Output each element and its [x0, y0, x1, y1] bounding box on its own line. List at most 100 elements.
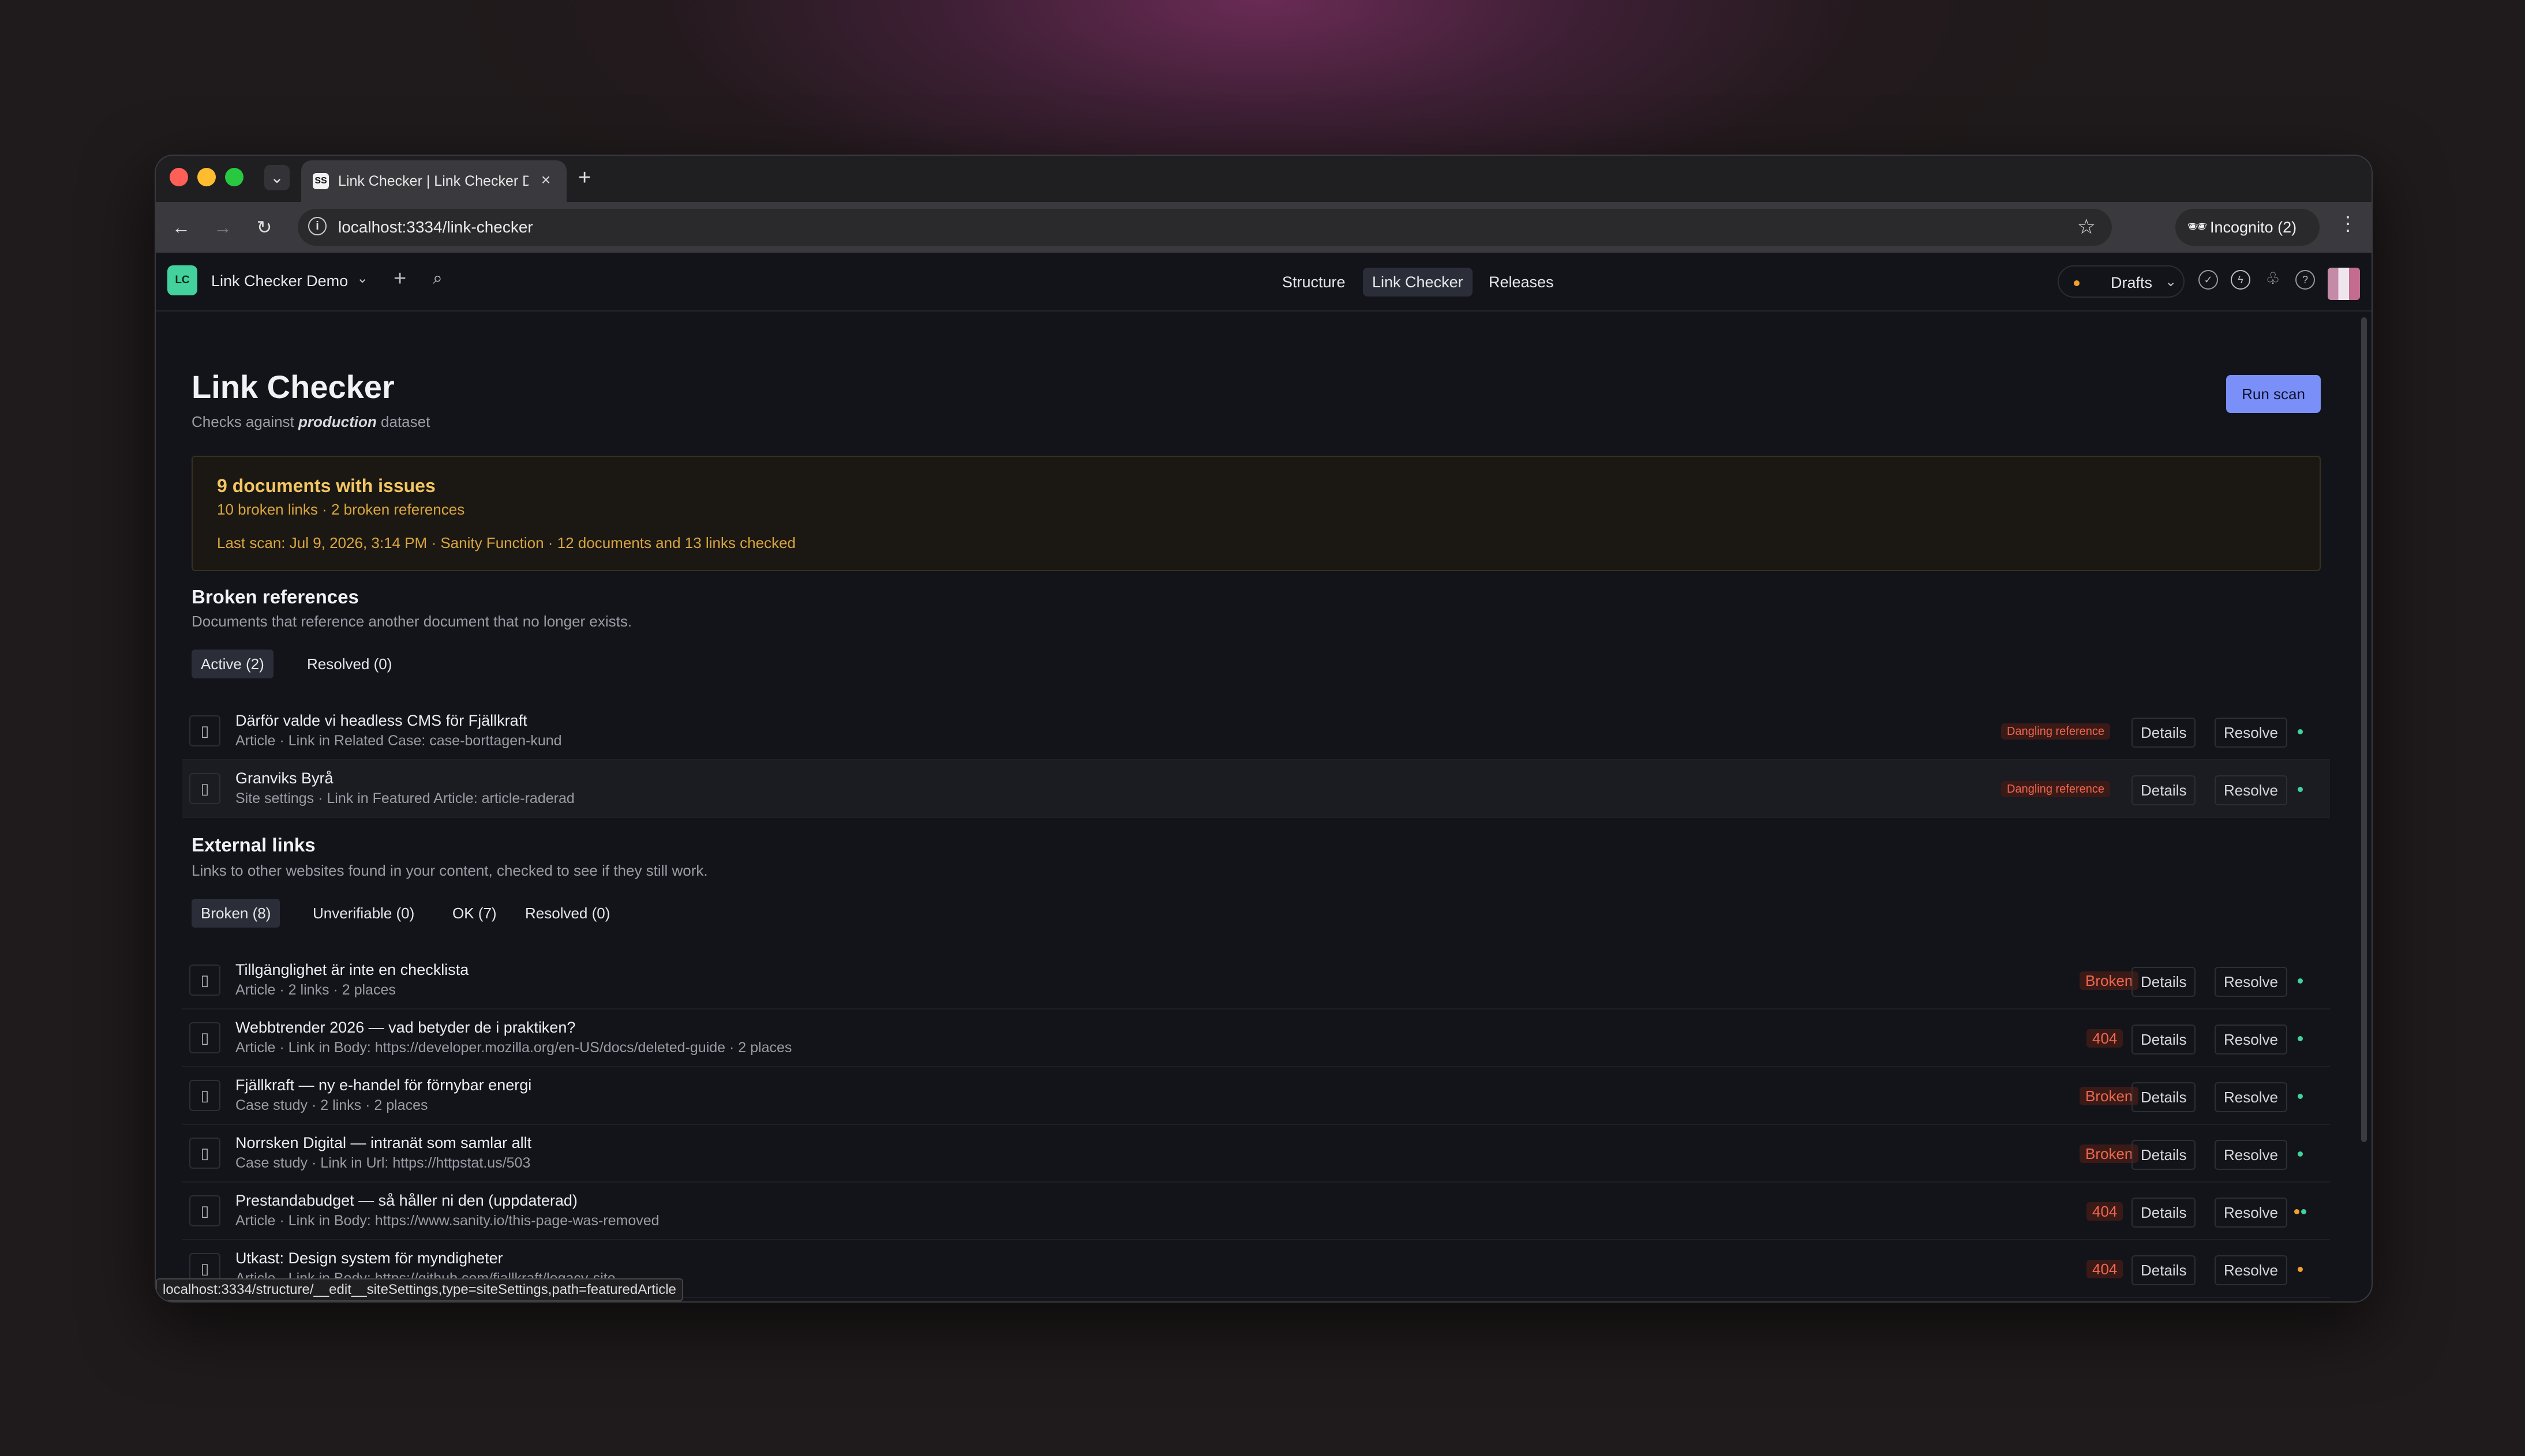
link-checker-tool: Link Checker Checks against production d…	[156, 312, 2360, 1301]
published-status-dot	[2301, 1209, 2306, 1214]
chevron-down-icon[interactable]: ⌄	[357, 270, 368, 287]
published-status-dot	[2298, 1094, 2303, 1099]
tab-resolved-refs[interactable]: Resolved (0)	[298, 650, 401, 678]
resolve-button[interactable]: Resolve	[2215, 718, 2287, 748]
url-text[interactable]: localhost:3334/link-checker	[338, 218, 533, 237]
workspace-logo[interactable]: LC	[167, 265, 197, 295]
perspective-label: Drafts	[2111, 274, 2153, 291]
published-status-dot	[2298, 978, 2303, 984]
resolve-button[interactable]: Resolve	[2215, 1140, 2287, 1170]
nav-releases[interactable]: Releases	[1479, 268, 1563, 297]
nav-structure[interactable]: Structure	[1273, 268, 1355, 297]
tab-unverifiable-links[interactable]: Unverifiable (0)	[304, 899, 424, 928]
broken-reference-row[interactable]: ▯ Därför valde vi headless CMS för Fjäll…	[182, 703, 2330, 760]
document-title[interactable]: Norrsken Digital — intranät som samlar a…	[235, 1134, 531, 1152]
details-button[interactable]: Details	[2131, 1198, 2196, 1228]
broken-references-description: Documents that reference another documen…	[192, 613, 632, 630]
tab-search-chevron-icon[interactable]: ⌄	[264, 165, 290, 190]
document-icon: ▯	[189, 1138, 220, 1169]
incognito-icon: 🕶	[2187, 217, 2208, 235]
close-window-button[interactable]	[170, 168, 188, 186]
new-tab-plus-icon[interactable]: +	[578, 166, 591, 189]
minimize-window-button[interactable]	[197, 168, 216, 186]
details-button[interactable]: Details	[2131, 775, 2196, 805]
nav-link-checker[interactable]: Link Checker	[1363, 268, 1473, 297]
page-title: Link Checker	[192, 369, 395, 405]
details-button[interactable]: Details	[2131, 1140, 2196, 1170]
browser-tab[interactable]: SS Link Checker | Link Checker D ×	[301, 160, 567, 202]
back-arrow-icon[interactable]: ←	[168, 215, 194, 240]
link-status-bar: localhost:3334/structure/__edit__siteSet…	[156, 1278, 683, 1301]
document-icon: ▯	[189, 773, 220, 804]
browser-menu-kebab-icon[interactable]: ⋮	[2338, 212, 2358, 235]
tab-active-refs[interactable]: Active (2)	[192, 650, 274, 678]
page-subtitle: Checks against production dataset	[192, 413, 430, 430]
document-icon: ▯	[189, 965, 220, 996]
page-scrollbar[interactable]	[2361, 317, 2367, 1142]
document-title[interactable]: Prestandabudget — så håller ni den (uppd…	[235, 1192, 578, 1210]
resolve-button[interactable]: Resolve	[2215, 1198, 2287, 1228]
resolve-button[interactable]: Resolve	[2215, 775, 2287, 805]
external-link-row[interactable]: ▯ Fjällkraft — ny e-handel för förnybar …	[182, 1067, 2330, 1125]
create-new-plus-icon[interactable]: +	[394, 267, 406, 291]
published-status-dot	[2298, 1036, 2303, 1041]
resolve-button[interactable]: Resolve	[2215, 1082, 2287, 1112]
external-links-description: Links to other websites found in your co…	[192, 862, 708, 879]
workspace-name[interactable]: Link Checker Demo	[211, 272, 348, 290]
external-link-row[interactable]: ▯ Webbtrender 2026 — vad betyder de i pr…	[182, 1010, 2330, 1067]
document-title[interactable]: Fjällkraft — ny e-handel för förnybar en…	[235, 1076, 531, 1094]
search-icon[interactable]: ⌕	[433, 269, 443, 288]
dataset-name: production	[298, 413, 377, 430]
sanity-favicon-icon: SS	[313, 173, 329, 189]
close-tab-icon[interactable]: ×	[537, 171, 555, 189]
site-info-icon[interactable]: i	[308, 217, 327, 235]
draft-status-dot	[2298, 1267, 2303, 1272]
help-icon[interactable]: ?	[2295, 270, 2315, 290]
external-link-row[interactable]: ▯ Prestandabudget — så håller ni den (up…	[182, 1183, 2330, 1240]
tab-ok-links[interactable]: OK (7)	[443, 899, 506, 928]
broken-reference-row[interactable]: ▯ Granviks Byrå Site settings · Link in …	[182, 760, 2330, 818]
incognito-button[interactable]: 🕶 Incognito (2)	[2175, 209, 2320, 246]
resolve-button[interactable]: Resolve	[2215, 967, 2287, 997]
run-scan-button[interactable]: Run scan	[2226, 375, 2321, 413]
zoom-window-button[interactable]	[225, 168, 243, 186]
title-bar: ⌄ SS Link Checker | Link Checker D × +	[156, 156, 2372, 202]
status-badge: Dangling reference	[2001, 723, 2110, 740]
chevron-down-icon: ⌄	[2165, 274, 2177, 290]
tasks-check-icon[interactable]: ✓	[2198, 270, 2218, 290]
summary-card: 9 documents with issues 10 broken links …	[192, 456, 2321, 571]
published-status-dot	[2298, 787, 2303, 792]
document-title[interactable]: Webbtrender 2026 — vad betyder de i prak…	[235, 1019, 575, 1037]
status-badge: 404	[2086, 1029, 2123, 1048]
people-icon[interactable]: ♧	[2263, 270, 2283, 290]
external-link-row[interactable]: ▯ Tillgänglighet är inte en checklista A…	[182, 952, 2330, 1010]
document-meta: Site settings · Link in Featured Article…	[235, 790, 575, 806]
status-badge: Broken	[2080, 1144, 2139, 1163]
external-link-row[interactable]: ▯ Norrsken Digital — intranät som samlar…	[182, 1125, 2330, 1183]
tab-broken-links[interactable]: Broken (8)	[192, 899, 280, 928]
forward-arrow-icon[interactable]: →	[210, 215, 235, 240]
details-button[interactable]: Details	[2131, 718, 2196, 748]
details-button[interactable]: Details	[2131, 1255, 2196, 1285]
details-button[interactable]: Details	[2131, 967, 2196, 997]
reload-icon[interactable]: ↻	[252, 215, 277, 240]
avatar[interactable]	[2328, 268, 2360, 300]
incognito-label: Incognito (2)	[2210, 219, 2297, 236]
document-title[interactable]: Utkast: Design system för myndigheter	[235, 1249, 503, 1267]
perspective-select[interactable]: Drafts ⌄	[2058, 265, 2185, 298]
bolt-icon[interactable]: ϟ	[2231, 270, 2250, 290]
document-title[interactable]: Tillgänglighet är inte en checklista	[235, 961, 469, 979]
resolve-button[interactable]: Resolve	[2215, 1025, 2287, 1055]
address-bar[interactable]: i localhost:3334/link-checker ☆	[298, 209, 2112, 246]
tab-title: Link Checker | Link Checker D	[338, 173, 529, 189]
tab-resolved-links[interactable]: Resolved (0)	[516, 899, 619, 928]
document-meta: Article · Link in Body: https://www.sani…	[235, 1213, 660, 1229]
resolve-button[interactable]: Resolve	[2215, 1255, 2287, 1285]
draft-status-dot	[2074, 280, 2080, 286]
document-title[interactable]: Därför valde vi headless CMS för Fjällkr…	[235, 712, 527, 730]
document-title[interactable]: Granviks Byrå	[235, 770, 334, 787]
published-status-dot	[2298, 729, 2303, 734]
details-button[interactable]: Details	[2131, 1082, 2196, 1112]
details-button[interactable]: Details	[2131, 1025, 2196, 1055]
bookmark-star-icon[interactable]: ☆	[2077, 215, 2096, 239]
